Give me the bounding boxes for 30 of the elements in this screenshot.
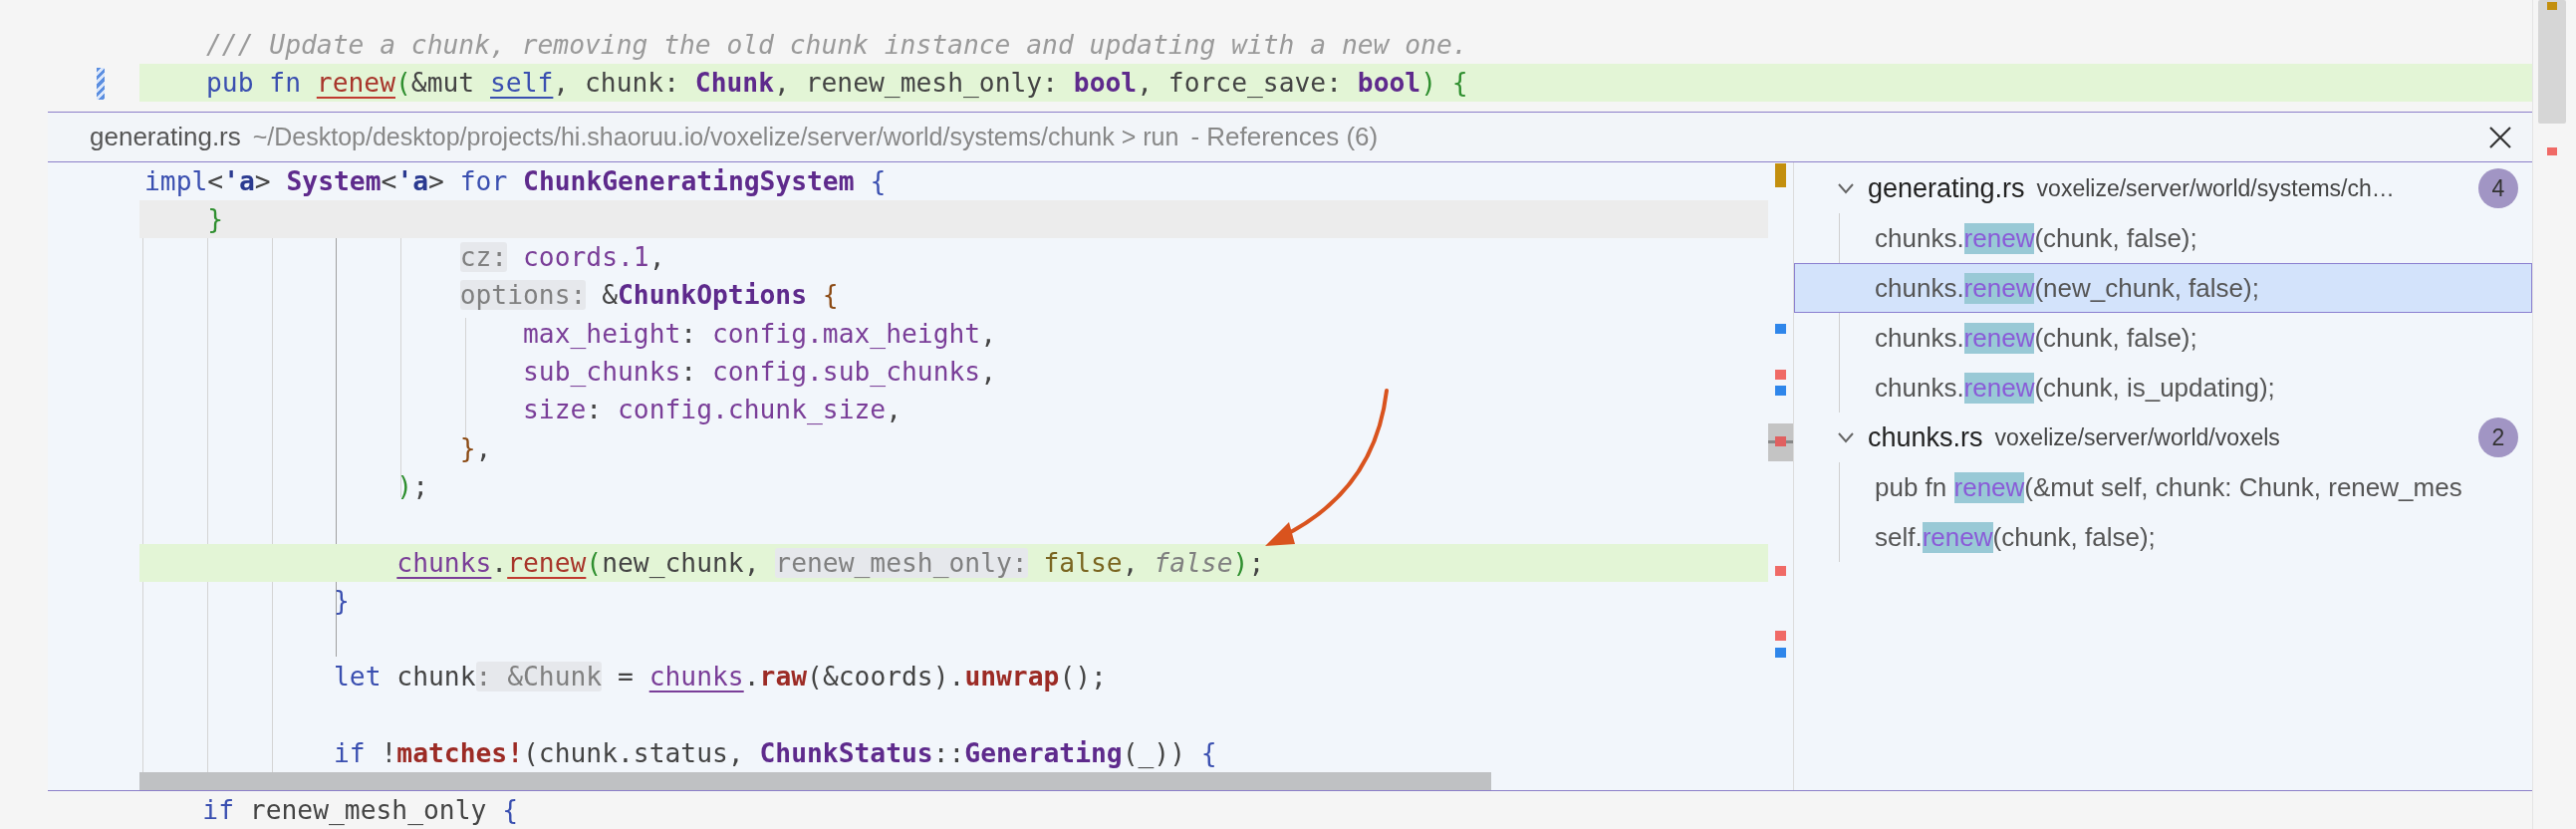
code-line: if !matches!(chunk.status, ChunkStatus::Generating(_)) {: [333, 736, 1218, 770]
scroll-marker: [2547, 147, 2557, 155]
scrollbar-thumb[interactable]: [2538, 0, 2566, 124]
code-line: /// Update a chunk, removing the old chunk instance and updating with a new one.: [205, 29, 1469, 62]
file-group-header[interactable]: generating.rs voxelize/server/world/systems/ch… 4: [1794, 163, 2532, 213]
code-line: size: config.chunk_size,: [522, 394, 902, 427]
reference-item[interactable]: chunks.renew(new_chunk, false);: [1794, 263, 2532, 313]
file-name: generating.rs: [90, 122, 241, 152]
code-line: },: [458, 431, 493, 465]
file-group-header[interactable]: chunks.rs voxelize/server/world/voxels 2: [1794, 413, 2532, 462]
code-line: }: [333, 584, 351, 618]
code-line: cz: coords.1,: [458, 241, 666, 274]
horizontal-scrollbar[interactable]: [139, 772, 1491, 790]
references-title: - References (6): [1190, 122, 1380, 152]
group-file-name: generating.rs: [1868, 172, 2025, 204]
code-line: if renew_mesh_only {: [201, 794, 519, 827]
code-line: options: &ChunkOptions {: [458, 279, 840, 313]
count-badge: 4: [2478, 168, 2518, 208]
code-line: max_height: config.max_height,: [522, 317, 997, 351]
scroll-marker: [2547, 2, 2557, 10]
file-path: ~/Desktop/desktop/projects/hi.shaoruu.io/voxelize/server/world/systems/chunk > run: [252, 123, 1179, 151]
reference-item[interactable]: self.renew(chunk, false);: [1794, 512, 2532, 562]
group-file-path: voxelize/server/world/systems/ch…: [2036, 174, 2396, 202]
group-file-path: voxelize/server/world/voxels: [1994, 423, 2281, 451]
count-badge: 2: [2478, 417, 2518, 457]
group-file-name: chunks.rs: [1868, 421, 1983, 453]
code-line: let chunk: &Chunk = chunks.raw(&coords).unwrap();: [333, 661, 1108, 694]
code-line: sub_chunks: config.sub_chunks,: [522, 356, 997, 390]
code-line: );: [395, 470, 429, 504]
code-line: impl<'a> System<'a> for ChunkGeneratingSystem {: [143, 165, 888, 198]
